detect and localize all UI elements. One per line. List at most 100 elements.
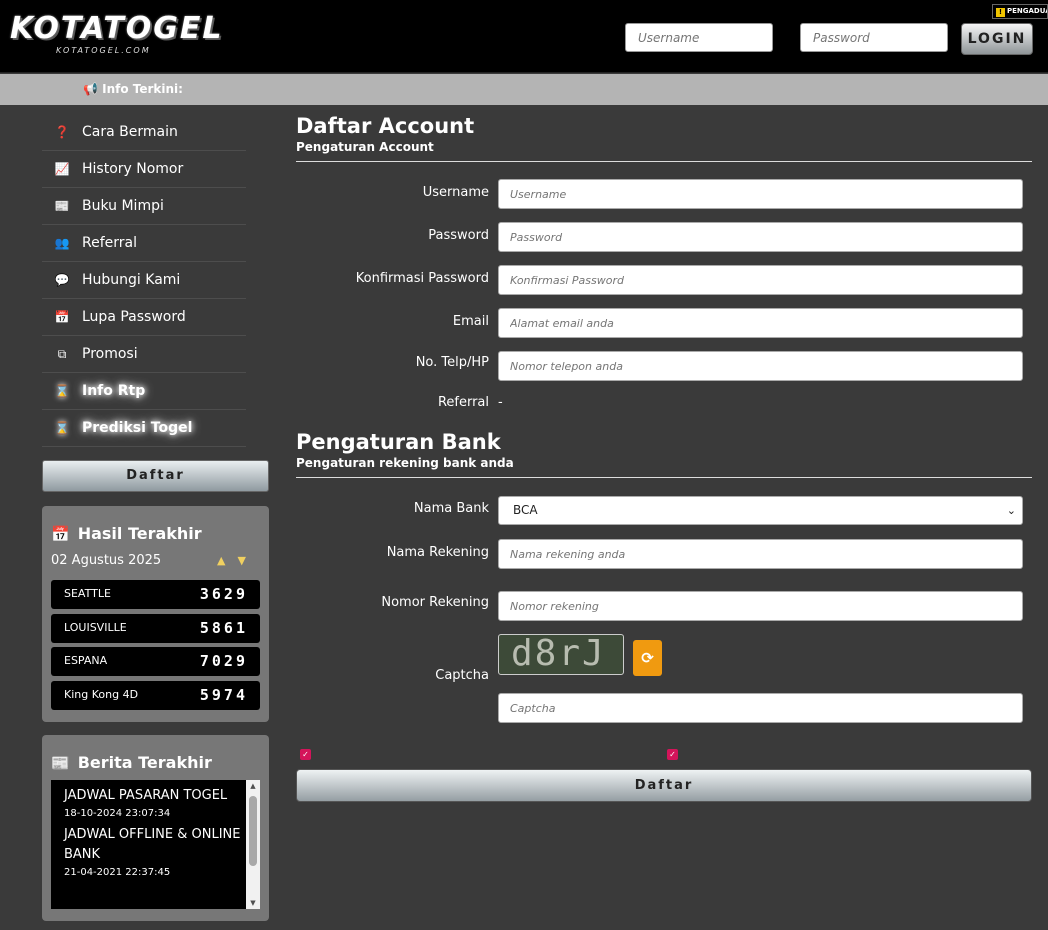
bank-section-header: Pengaturan Bank Pengaturan rekening bank… xyxy=(296,430,1032,478)
sidebar-item-label: Prediksi Togel xyxy=(82,420,193,436)
sidebar-item-prediksi-togel[interactable]: ⌛ Prediksi Togel xyxy=(42,410,246,447)
sidebar-item-cara-bermain[interactable]: ❓ Cara Bermain xyxy=(42,114,246,151)
sidebar-item-label: Referral xyxy=(82,235,137,251)
hourglass-icon: ⌛ xyxy=(54,421,70,435)
hasil-terakhir-panel: 📅 Hasil Terakhir 02 Agustus 2025 ▲▼ SEATT… xyxy=(42,506,269,722)
hasil-date: 02 Agustus 2025 xyxy=(51,553,162,568)
account-number-label: Nomor Rekening xyxy=(381,595,489,610)
email-label: Email xyxy=(452,314,489,329)
captcha-text: d8rJ xyxy=(511,634,606,674)
news-title: JADWAL PASARAN TOGEL xyxy=(64,788,228,803)
sidebar-menu: ❓ Cara Bermain 📈 History Nomor 📰 Buku Mimpi… xyxy=(42,114,246,447)
berita-terakhir-panel: 📰 Berita Terakhir JADWAL PASARAN TOGEL 18… xyxy=(42,735,269,921)
result-row[interactable]: King Kong 4D 5974 xyxy=(51,681,260,710)
sidebar-item-label: Hubungi Kami xyxy=(82,272,181,288)
sidebar-daftar-button[interactable]: Daftar xyxy=(42,460,269,492)
scroll-up-icon[interactable]: ▲ xyxy=(246,782,260,790)
account-name-label: Nama Rekening xyxy=(386,545,489,560)
logo-text: KOTATOGEL xyxy=(10,11,224,46)
sidebar-item-hubungi-kami[interactable]: 💬 Hubungi Kami xyxy=(42,262,246,299)
megaphone-icon: 📢 xyxy=(83,82,103,96)
password-label: Password xyxy=(428,228,489,243)
sidebar-item-history-nomor[interactable]: 📈 History Nomor xyxy=(42,151,246,188)
site-logo[interactable]: KOTATOGEL KOTATOGEL.COM xyxy=(10,11,224,56)
berita-title-text: Berita Terakhir xyxy=(77,753,212,772)
info-terkini: 📢 Info Terkini: xyxy=(83,82,183,96)
result-number: 3629 xyxy=(199,585,248,603)
confirm-password-input[interactable] xyxy=(498,265,1023,295)
password-input[interactable] xyxy=(498,222,1023,252)
age-checkbox[interactable]: ✓ xyxy=(667,749,678,760)
result-number: 5974 xyxy=(199,686,248,704)
daftar-submit-button[interactable]: Daftar xyxy=(296,769,1032,802)
hourglass-icon: ⌛ xyxy=(54,384,70,398)
bank-title: Pengaturan Bank xyxy=(296,430,501,454)
bank-name-select[interactable]: BCA ⌄ xyxy=(498,496,1023,525)
email-input[interactable] xyxy=(498,308,1023,338)
agree-checkbox[interactable]: ✓ xyxy=(300,749,311,760)
line-chart-icon: 📈 xyxy=(54,162,70,176)
login-button[interactable]: LOGIN xyxy=(961,23,1033,55)
account-subtitle: Pengaturan Account xyxy=(296,140,434,154)
chat-icon: 💬 xyxy=(54,273,70,287)
result-market: LOUISVILLE xyxy=(64,621,127,634)
info-terkini-label: Info Terkini: xyxy=(102,82,183,96)
info-bar: 📢 Info Terkini: xyxy=(0,74,1048,105)
account-section-header: Daftar Account Pengaturan Account xyxy=(296,114,1032,162)
berita-terakhir-title: 📰 Berita Terakhir xyxy=(51,753,269,772)
scrollbar-thumb[interactable] xyxy=(249,796,257,866)
phone-input[interactable] xyxy=(498,351,1023,381)
sidebar-item-buku-mimpi[interactable]: 📰 Buku Mimpi xyxy=(42,188,246,225)
news-scrollbar[interactable]: ▲ ▼ xyxy=(246,780,260,909)
newspaper-icon: 📰 xyxy=(51,754,70,772)
users-icon: 👥 xyxy=(54,236,70,250)
captcha-row: Captcha d8rJ ⟳ xyxy=(296,634,1032,724)
clone-icon: ⧉ xyxy=(57,346,67,361)
site-header: KOTATOGEL KOTATOGEL.COM LOGIN !PENGADUAN xyxy=(0,0,1048,73)
hasil-terakhir-title: 📅 Hasil Terakhir xyxy=(51,524,269,543)
scroll-down-icon[interactable]: ▼ xyxy=(246,899,260,907)
refresh-captcha-button[interactable]: ⟳ xyxy=(633,640,662,676)
username-input[interactable] xyxy=(498,179,1023,209)
bank-subtitle: Pengaturan rekening bank anda xyxy=(296,456,514,470)
result-row[interactable]: LOUISVILLE 5861 xyxy=(51,614,260,643)
sidebar-item-info-rtp[interactable]: ⌛ Info Rtp xyxy=(42,373,246,410)
confirm-password-label: Konfirmasi Password xyxy=(355,271,489,286)
question-circle-icon: ❓ xyxy=(54,125,70,139)
bank-selected-value: BCA xyxy=(513,503,538,517)
calendar-icon: 📅 xyxy=(51,525,70,543)
sidebar-item-referral[interactable]: 👥 Referral xyxy=(42,225,246,262)
news-date: 18-10-2024 23:07:34 xyxy=(64,808,171,819)
sidebar-item-label: History Nomor xyxy=(82,161,184,177)
sidebar-item-promosi[interactable]: ⧉ Promosi xyxy=(42,336,246,373)
result-market: SEATTLE xyxy=(64,587,111,600)
header-username-input[interactable] xyxy=(625,23,773,52)
sidebar-item-label: Info Rtp xyxy=(82,383,146,399)
account-name-input[interactable] xyxy=(498,539,1023,569)
chevron-down-icon[interactable]: ▼ xyxy=(237,554,257,567)
result-row[interactable]: ESPANA 7029 xyxy=(51,647,260,676)
result-row[interactable]: SEATTLE 3629 xyxy=(51,580,260,609)
news-title: JADWAL OFFLINE & ONLINE BANK xyxy=(64,827,241,862)
news-list: JADWAL PASARAN TOGEL 18-10-2024 23:07:34… xyxy=(51,780,260,909)
header-password-input[interactable] xyxy=(800,23,948,52)
calendar-icon: 📅 xyxy=(54,310,70,324)
sidebar-item-lupa-password[interactable]: 📅 Lupa Password xyxy=(42,299,246,336)
captcha-label: Captcha xyxy=(435,668,489,683)
referral-value: - xyxy=(498,395,503,410)
result-market: ESPANA xyxy=(64,654,108,667)
pengaduan-button[interactable]: !PENGADUAN xyxy=(992,4,1048,19)
newspaper-icon: 📰 xyxy=(54,199,70,213)
warning-icon: ! xyxy=(996,8,1005,17)
account-number-input[interactable] xyxy=(498,591,1023,621)
captcha-input[interactable] xyxy=(498,693,1023,723)
news-item[interactable]: JADWAL PASARAN TOGEL 18-10-2024 23:07:34 xyxy=(51,780,260,819)
referral-label: Referral xyxy=(437,395,489,410)
chevron-up-icon[interactable]: ▲ xyxy=(217,554,237,567)
username-label: Username xyxy=(422,185,489,200)
sidebar-item-label: Lupa Password xyxy=(82,309,186,325)
result-market: King Kong 4D xyxy=(64,688,139,701)
news-item[interactable]: JADWAL OFFLINE & ONLINE BANK 21-04-2021 … xyxy=(51,819,260,878)
sidebar-item-label: Promosi xyxy=(82,346,138,362)
sidebar-item-label: Cara Bermain xyxy=(82,124,178,140)
